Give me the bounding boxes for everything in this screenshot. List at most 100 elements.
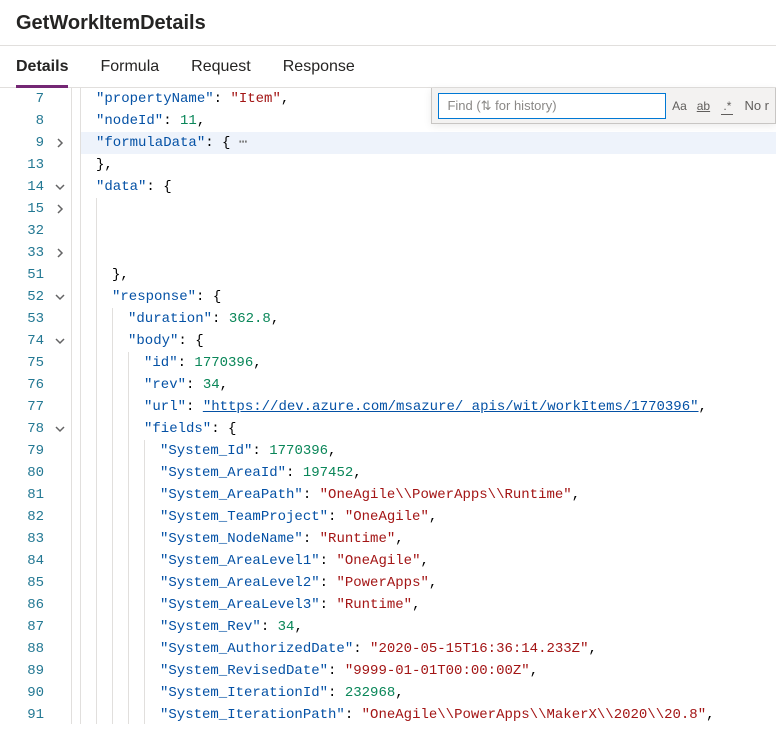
panel-title: GetWorkItemDetails xyxy=(16,12,760,35)
line-number: 32 xyxy=(6,220,44,242)
code-line[interactable]: "System_AreaLevel1": "OneAgile", xyxy=(80,550,776,572)
fold-spacer xyxy=(48,528,71,550)
fold-spacer xyxy=(48,154,71,176)
fold-open-icon[interactable] xyxy=(48,286,71,308)
fold-closed-icon[interactable] xyxy=(48,198,71,220)
code-line[interactable]: }, xyxy=(80,154,776,176)
code-line[interactable]: "body": { xyxy=(80,330,776,352)
line-number: 91 xyxy=(6,704,44,724)
code-content[interactable]: "propertyName": "Item","nodeId": 11,"for… xyxy=(72,88,776,724)
fold-spacer xyxy=(48,352,71,374)
code-line[interactable]: "System_Rev": 34, xyxy=(80,616,776,638)
line-number: 80 xyxy=(6,462,44,484)
fold-spacer xyxy=(48,396,71,418)
fold-open-icon[interactable] xyxy=(48,176,71,198)
fold-open-icon[interactable] xyxy=(48,330,71,352)
fold-spacer xyxy=(48,308,71,330)
line-number: 83 xyxy=(6,528,44,550)
code-editor[interactable]: 7891314153233515253747576777879808182838… xyxy=(0,88,776,724)
fold-spacer xyxy=(48,638,71,660)
code-line[interactable]: "System_AreaLevel2": "PowerApps", xyxy=(80,572,776,594)
line-number: 53 xyxy=(6,308,44,330)
code-line[interactable]: "id": 1770396, xyxy=(80,352,776,374)
line-number: 79 xyxy=(6,440,44,462)
line-number: 8 xyxy=(6,110,44,132)
fold-spacer xyxy=(48,550,71,572)
fold-gutter xyxy=(48,88,72,724)
code-line[interactable] xyxy=(80,220,776,242)
line-number: 33 xyxy=(6,242,44,264)
code-line[interactable]: "data": { xyxy=(80,176,776,198)
code-line[interactable]: "System_NodeName": "Runtime", xyxy=(80,528,776,550)
line-number: 85 xyxy=(6,572,44,594)
line-number: 74 xyxy=(6,330,44,352)
line-number: 81 xyxy=(6,484,44,506)
code-line[interactable] xyxy=(80,198,776,220)
fold-spacer xyxy=(48,594,71,616)
line-number: 15 xyxy=(6,198,44,220)
line-number: 13 xyxy=(6,154,44,176)
find-widget: Aa ab .* No r xyxy=(431,88,776,124)
fold-spacer xyxy=(48,616,71,638)
code-line[interactable]: "System_AreaPath": "OneAgile\\PowerApps\… xyxy=(80,484,776,506)
fold-spacer xyxy=(48,506,71,528)
fold-open-icon[interactable] xyxy=(48,418,71,440)
code-line[interactable]: "System_TeamProject": "OneAgile", xyxy=(80,506,776,528)
line-number-gutter: 7891314153233515253747576777879808182838… xyxy=(0,88,48,724)
line-number: 84 xyxy=(6,550,44,572)
match-case-toggle[interactable]: Aa xyxy=(668,95,690,117)
code-line[interactable]: "System_IterationId": 232968, xyxy=(80,682,776,704)
line-number: 77 xyxy=(6,396,44,418)
code-line[interactable]: "System_RevisedDate": "9999-01-01T00:00:… xyxy=(80,660,776,682)
code-line[interactable]: "System_AreaLevel3": "Runtime", xyxy=(80,594,776,616)
code-line[interactable]: "rev": 34, xyxy=(80,374,776,396)
line-number: 7 xyxy=(6,88,44,110)
line-number: 51 xyxy=(6,264,44,286)
fold-closed-icon[interactable] xyxy=(48,132,71,154)
fold-spacer xyxy=(48,220,71,242)
line-number: 90 xyxy=(6,682,44,704)
fold-spacer xyxy=(48,462,71,484)
tab-details[interactable]: Details xyxy=(16,46,68,87)
line-number: 78 xyxy=(6,418,44,440)
code-line[interactable]: "url": "https://dev.azure.com/msazure/_a… xyxy=(80,396,776,418)
regex-toggle[interactable]: .* xyxy=(716,95,738,117)
code-line[interactable]: "System_AreaId": 197452, xyxy=(80,462,776,484)
line-number: 75 xyxy=(6,352,44,374)
fold-spacer xyxy=(48,110,71,132)
fold-spacer xyxy=(48,88,71,110)
code-line[interactable]: "System_AuthorizedDate": "2020-05-15T16:… xyxy=(80,638,776,660)
code-line[interactable]: }, xyxy=(80,264,776,286)
line-number: 89 xyxy=(6,660,44,682)
code-line[interactable]: "fields": { xyxy=(80,418,776,440)
line-number: 88 xyxy=(6,638,44,660)
whole-word-toggle[interactable]: ab xyxy=(692,95,714,117)
tab-formula[interactable]: Formula xyxy=(100,46,159,87)
find-input[interactable] xyxy=(438,93,666,119)
tab-request[interactable]: Request xyxy=(191,46,251,87)
fold-spacer xyxy=(48,704,71,724)
tab-bar: Details Formula Request Response xyxy=(0,46,776,88)
fold-closed-icon[interactable] xyxy=(48,242,71,264)
code-line[interactable] xyxy=(80,242,776,264)
editor-area: Aa ab .* No r 78913141532335152537475767… xyxy=(0,88,776,724)
code-line[interactable]: "duration": 362.8, xyxy=(80,308,776,330)
tab-response[interactable]: Response xyxy=(283,46,355,87)
panel-header: GetWorkItemDetails xyxy=(0,0,776,46)
line-number: 52 xyxy=(6,286,44,308)
code-line[interactable]: "System_IterationPath": "OneAgile\\Power… xyxy=(80,704,776,724)
fold-spacer xyxy=(48,660,71,682)
fold-spacer xyxy=(48,484,71,506)
line-number: 9 xyxy=(6,132,44,154)
fold-spacer xyxy=(48,572,71,594)
fold-spacer xyxy=(48,682,71,704)
line-number: 87 xyxy=(6,616,44,638)
find-result-count: No r xyxy=(744,98,769,113)
line-number: 14 xyxy=(6,176,44,198)
code-line[interactable]: "response": { xyxy=(80,286,776,308)
line-number: 86 xyxy=(6,594,44,616)
fold-spacer xyxy=(48,440,71,462)
line-number: 76 xyxy=(6,374,44,396)
code-line[interactable]: "formulaData": { ⋯ xyxy=(80,132,776,154)
code-line[interactable]: "System_Id": 1770396, xyxy=(80,440,776,462)
